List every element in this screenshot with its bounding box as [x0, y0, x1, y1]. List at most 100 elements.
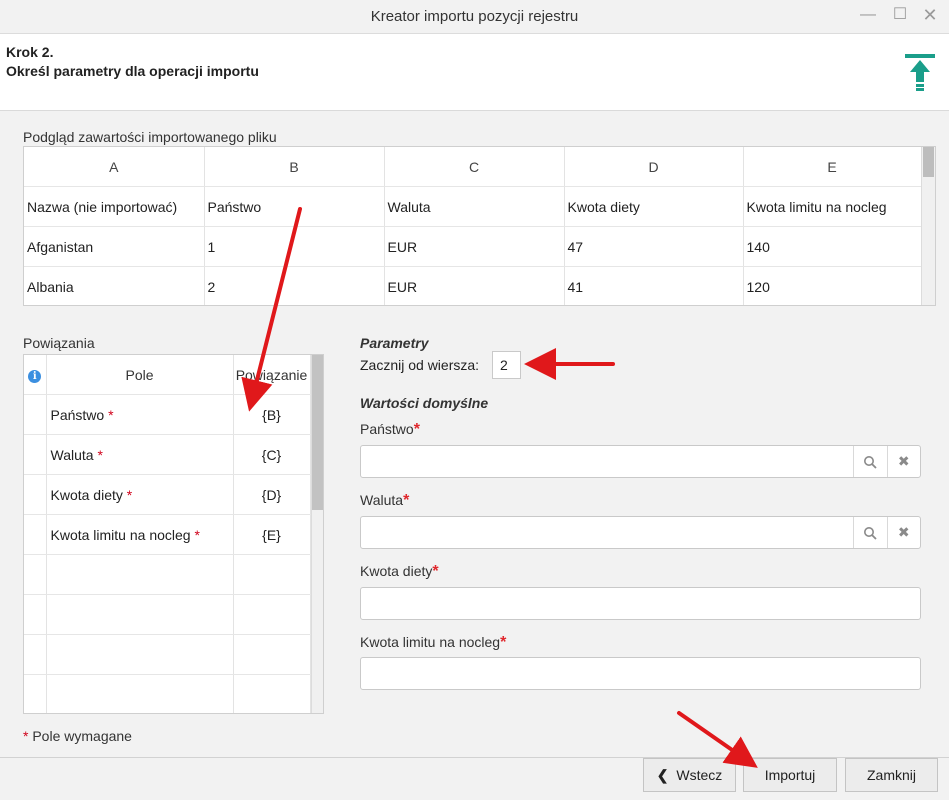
- preview-cell[interactable]: 140: [743, 226, 922, 267]
- preview-cell[interactable]: 1: [204, 226, 385, 267]
- preview-cell[interactable]: Albania: [24, 266, 205, 305]
- import-upload-icon: [905, 54, 935, 91]
- bindings-scrollbar[interactable]: [311, 355, 323, 713]
- table-row[interactable]: Afganistan 1 EUR 47 140: [24, 226, 922, 267]
- table-row[interactable]: Kwota limitu na nocleg * {E}: [24, 514, 311, 555]
- maximize-icon[interactable]: ☐: [888, 4, 912, 26]
- empty-cell[interactable]: [233, 674, 311, 713]
- required-star: *: [500, 634, 507, 651]
- table-row[interactable]: Kwota diety * {D}: [24, 474, 311, 515]
- preview-cell[interactable]: EUR: [384, 226, 565, 267]
- empty-cell[interactable]: [233, 554, 311, 595]
- window-title: Kreator importu pozycji rejestru: [370, 8, 579, 25]
- table-row[interactable]: Państwo * {B}: [24, 394, 311, 435]
- empty-cell[interactable]: [46, 634, 234, 675]
- clear-x-icon[interactable]: ✖: [886, 517, 921, 548]
- binding-field[interactable]: Kwota diety *: [46, 474, 234, 515]
- preview-label: Podgląd zawartości importowanego pliku: [23, 129, 277, 145]
- binding-field[interactable]: Waluta *: [46, 434, 234, 475]
- binding-field-label: Kwota limitu na nocleg: [50, 526, 191, 543]
- table-row[interactable]: Albania 2 EUR 41 120: [24, 266, 922, 305]
- empty-row[interactable]: [24, 594, 311, 635]
- row-indicator: [24, 634, 47, 675]
- preview-cell[interactable]: 47: [564, 226, 744, 267]
- preview-cell[interactable]: Kwota limitu na nocleg: [743, 186, 922, 227]
- back-button-label: Wstecz: [676, 767, 723, 783]
- start-row-input[interactable]: 2: [492, 351, 521, 379]
- default-country-label: Państwo*: [360, 421, 420, 439]
- search-icon[interactable]: [854, 446, 887, 477]
- preview-cell[interactable]: 2: [204, 266, 385, 305]
- preview-cell[interactable]: EUR: [384, 266, 565, 305]
- preview-col-header[interactable]: B: [204, 147, 385, 187]
- row-indicator: [24, 434, 47, 475]
- start-row-label: Zacznij od wiersza:: [360, 357, 480, 373]
- required-star: *: [97, 446, 103, 463]
- import-button[interactable]: Importuj: [743, 758, 837, 792]
- preview-scrollbar[interactable]: [921, 147, 935, 305]
- binding-field[interactable]: Państwo *: [46, 394, 234, 435]
- row-indicator: [24, 594, 47, 635]
- lookup-buttons: ✖: [853, 446, 920, 477]
- binding-value[interactable]: {C}: [233, 434, 311, 475]
- default-currency-field[interactable]: ✖: [360, 516, 921, 549]
- minimize-icon[interactable]: —: [856, 4, 880, 26]
- bindings-col-pole[interactable]: Pole: [46, 355, 234, 395]
- empty-cell[interactable]: [46, 554, 234, 595]
- window-title-bar: Kreator importu pozycji rejestru — ☐ ✕: [0, 0, 949, 34]
- field-label-text: Państwo: [360, 421, 414, 437]
- required-star: *: [126, 486, 133, 503]
- default-allowance-field[interactable]: [360, 587, 921, 620]
- preview-cell[interactable]: Państwo: [204, 186, 385, 227]
- bindings-label: Powiązania: [23, 335, 95, 351]
- back-button[interactable]: ❮ Wstecz: [643, 758, 736, 792]
- binding-value[interactable]: {E}: [233, 514, 311, 555]
- required-star: *: [108, 406, 114, 423]
- preview-cell[interactable]: Waluta: [384, 186, 565, 227]
- preview-cell[interactable]: Nazwa (nie importować): [24, 186, 205, 227]
- binding-field-label: Państwo: [50, 406, 105, 423]
- close-icon[interactable]: ✕: [918, 4, 942, 26]
- search-icon[interactable]: [854, 517, 887, 548]
- close-button[interactable]: Zamknij: [845, 758, 938, 792]
- empty-row[interactable]: [24, 554, 311, 595]
- required-star: *: [403, 492, 410, 509]
- row-indicator: [24, 394, 47, 435]
- clear-x-icon[interactable]: ✖: [886, 446, 921, 477]
- row-indicator: [24, 474, 47, 515]
- empty-cell[interactable]: [46, 674, 234, 713]
- preview-col-header[interactable]: E: [743, 147, 922, 187]
- empty-cell[interactable]: [233, 634, 311, 675]
- bindings-grid[interactable]: i Pole Powiązanie Państwo * {B} Waluta *…: [23, 354, 324, 714]
- empty-row[interactable]: [24, 634, 311, 675]
- default-country-field[interactable]: ✖: [360, 445, 921, 478]
- info-icon[interactable]: i: [28, 370, 42, 383]
- step-number: Krok 2.: [6, 44, 54, 60]
- binding-value[interactable]: {B}: [233, 394, 311, 435]
- binding-field[interactable]: Kwota limitu na nocleg *: [46, 514, 234, 555]
- required-star: *: [23, 728, 29, 744]
- table-row[interactable]: Waluta * {C}: [24, 434, 311, 475]
- binding-field-label: Waluta: [50, 446, 94, 463]
- preview-cell[interactable]: Kwota diety: [564, 186, 744, 227]
- bindings-col-powiazanie[interactable]: Powiązanie: [233, 355, 311, 395]
- preview-col-header[interactable]: A: [24, 147, 205, 187]
- empty-cell[interactable]: [46, 594, 234, 635]
- scrollbar-thumb[interactable]: [312, 355, 323, 510]
- preview-cell[interactable]: 41: [564, 266, 744, 305]
- required-note: * Pole wymagane: [23, 728, 132, 744]
- preview-cell[interactable]: Afganistan: [24, 226, 205, 267]
- scrollbar-thumb[interactable]: [923, 147, 934, 177]
- table-row[interactable]: Nazwa (nie importować) Państwo Waluta Kw…: [24, 186, 922, 227]
- row-indicator: [24, 674, 47, 713]
- binding-value[interactable]: {D}: [233, 474, 311, 515]
- step-header: Krok 2. Określ parametry dla operacji im…: [0, 34, 949, 111]
- default-lodging-limit-field[interactable]: [360, 657, 921, 690]
- preview-col-header[interactable]: D: [564, 147, 744, 187]
- empty-cell[interactable]: [233, 594, 311, 635]
- preview-grid[interactable]: A B C D E Nazwa (nie importować) Państwo…: [23, 146, 936, 306]
- bindings-info-cell: i: [24, 355, 47, 395]
- empty-row[interactable]: [24, 674, 311, 713]
- preview-cell[interactable]: 120: [743, 266, 922, 305]
- preview-col-header[interactable]: C: [384, 147, 565, 187]
